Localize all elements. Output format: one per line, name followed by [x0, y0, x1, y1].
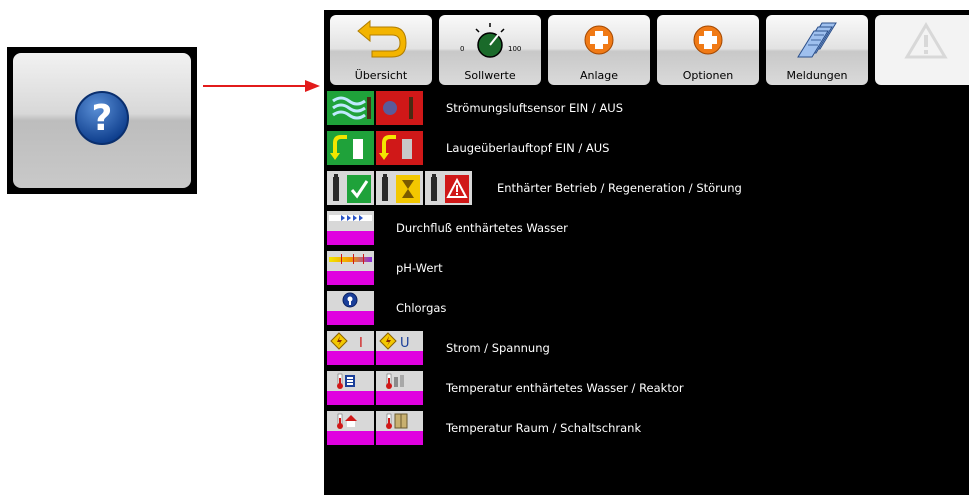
legend-row-flow-rate: Durchfluß enthärtetes Wasser: [324, 209, 969, 247]
legend-label: Chlorgas: [396, 301, 447, 315]
options-label: Optionen: [682, 69, 734, 82]
help-button-preview: ?: [7, 47, 197, 194]
flow-meter-icon: [327, 211, 374, 245]
legend-label: Durchfluß enthärtetes Wasser: [396, 221, 568, 235]
legend-label: Strom / Spannung: [446, 341, 550, 355]
current-symbol: I: [359, 336, 363, 351]
voltage-icon: U: [376, 331, 423, 365]
plant-button[interactable]: Anlage: [548, 15, 650, 85]
setpoints-label: Sollwerte: [464, 69, 516, 82]
documents-icon: [797, 22, 837, 58]
legend-row-flow-air-sensor: Strömungsluftsensor EIN / AUS: [324, 89, 969, 127]
legend-row-temp-water-reactor: Temperatur enthärtetes Wasser / Reaktor: [324, 369, 969, 407]
legend-row-current-voltage: I U Strom / Spannung: [324, 329, 969, 367]
plant-label: Anlage: [579, 69, 619, 82]
legend-row-temp-room-cabinet: Temperatur Raum / Schaltschrank: [324, 409, 969, 447]
overflow-pot-off-icon: [376, 131, 423, 165]
warning-icon: [904, 22, 948, 59]
current-icon: I: [327, 331, 374, 365]
dial-min-label: 0: [460, 45, 464, 53]
legend-label: Strömungsluftsensor EIN / AUS: [446, 101, 624, 115]
messages-label: Meldungen: [786, 69, 848, 82]
air-flow-off-icon: [376, 91, 423, 125]
voltage-symbol: U: [400, 336, 410, 351]
plus-circle-icon: [584, 25, 614, 55]
softener-fault-icon: [425, 171, 472, 205]
alarm-button: [875, 15, 969, 85]
svg-text:?: ?: [92, 98, 113, 139]
help-legend-panel: Übersicht 0 100 Sollwerte Anlage Optione…: [324, 10, 969, 495]
legend-label: pH-Wert: [396, 261, 443, 275]
temperature-cabinet-icon: [376, 411, 423, 445]
ph-scale-icon: [327, 251, 374, 285]
pointer-arrow-icon: [203, 80, 320, 92]
air-flow-on-icon: [327, 91, 374, 125]
chlorine-gas-icon: [327, 291, 374, 325]
messages-button[interactable]: Meldungen: [766, 15, 868, 85]
overview-button[interactable]: Übersicht: [330, 15, 432, 85]
dial-max-label: 100: [508, 45, 521, 53]
temperature-reactor-icon: [376, 371, 423, 405]
legend-row-lye-overflow: Laugeüberlauftopf EIN / AUS: [324, 129, 969, 167]
help-button[interactable]: ?: [13, 53, 191, 188]
legend-label: Temperatur Raum / Schaltschrank: [446, 421, 642, 435]
softener-operation-icon: [327, 171, 374, 205]
legend-row-softener: Enthärter Betrieb / Regeneration / Störu…: [324, 169, 969, 207]
legend-label: Enthärter Betrieb / Regeneration / Störu…: [497, 181, 742, 195]
overflow-pot-on-icon: [327, 131, 374, 165]
legend-row-ph-value: pH-Wert: [324, 249, 969, 287]
overview-label: Übersicht: [354, 69, 408, 82]
plus-circle-icon: [693, 25, 723, 55]
undo-arrow-icon: [357, 19, 407, 58]
toolbar: Übersicht 0 100 Sollwerte Anlage Optione…: [324, 10, 969, 88]
legend-row-chlorine-gas: Chlorgas: [324, 289, 969, 327]
legend-label: Laugeüberlauftopf EIN / AUS: [446, 141, 610, 155]
help-question-icon: ?: [75, 91, 129, 145]
options-button[interactable]: Optionen: [657, 15, 759, 85]
dial-knob-icon: 0 100: [460, 23, 521, 58]
softener-regeneration-icon: [376, 171, 423, 205]
setpoints-button[interactable]: 0 100 Sollwerte: [439, 15, 541, 85]
legend-label: Temperatur enthärtetes Wasser / Reaktor: [446, 381, 684, 395]
temperature-room-icon: [327, 411, 374, 445]
temperature-water-icon: [327, 371, 374, 405]
